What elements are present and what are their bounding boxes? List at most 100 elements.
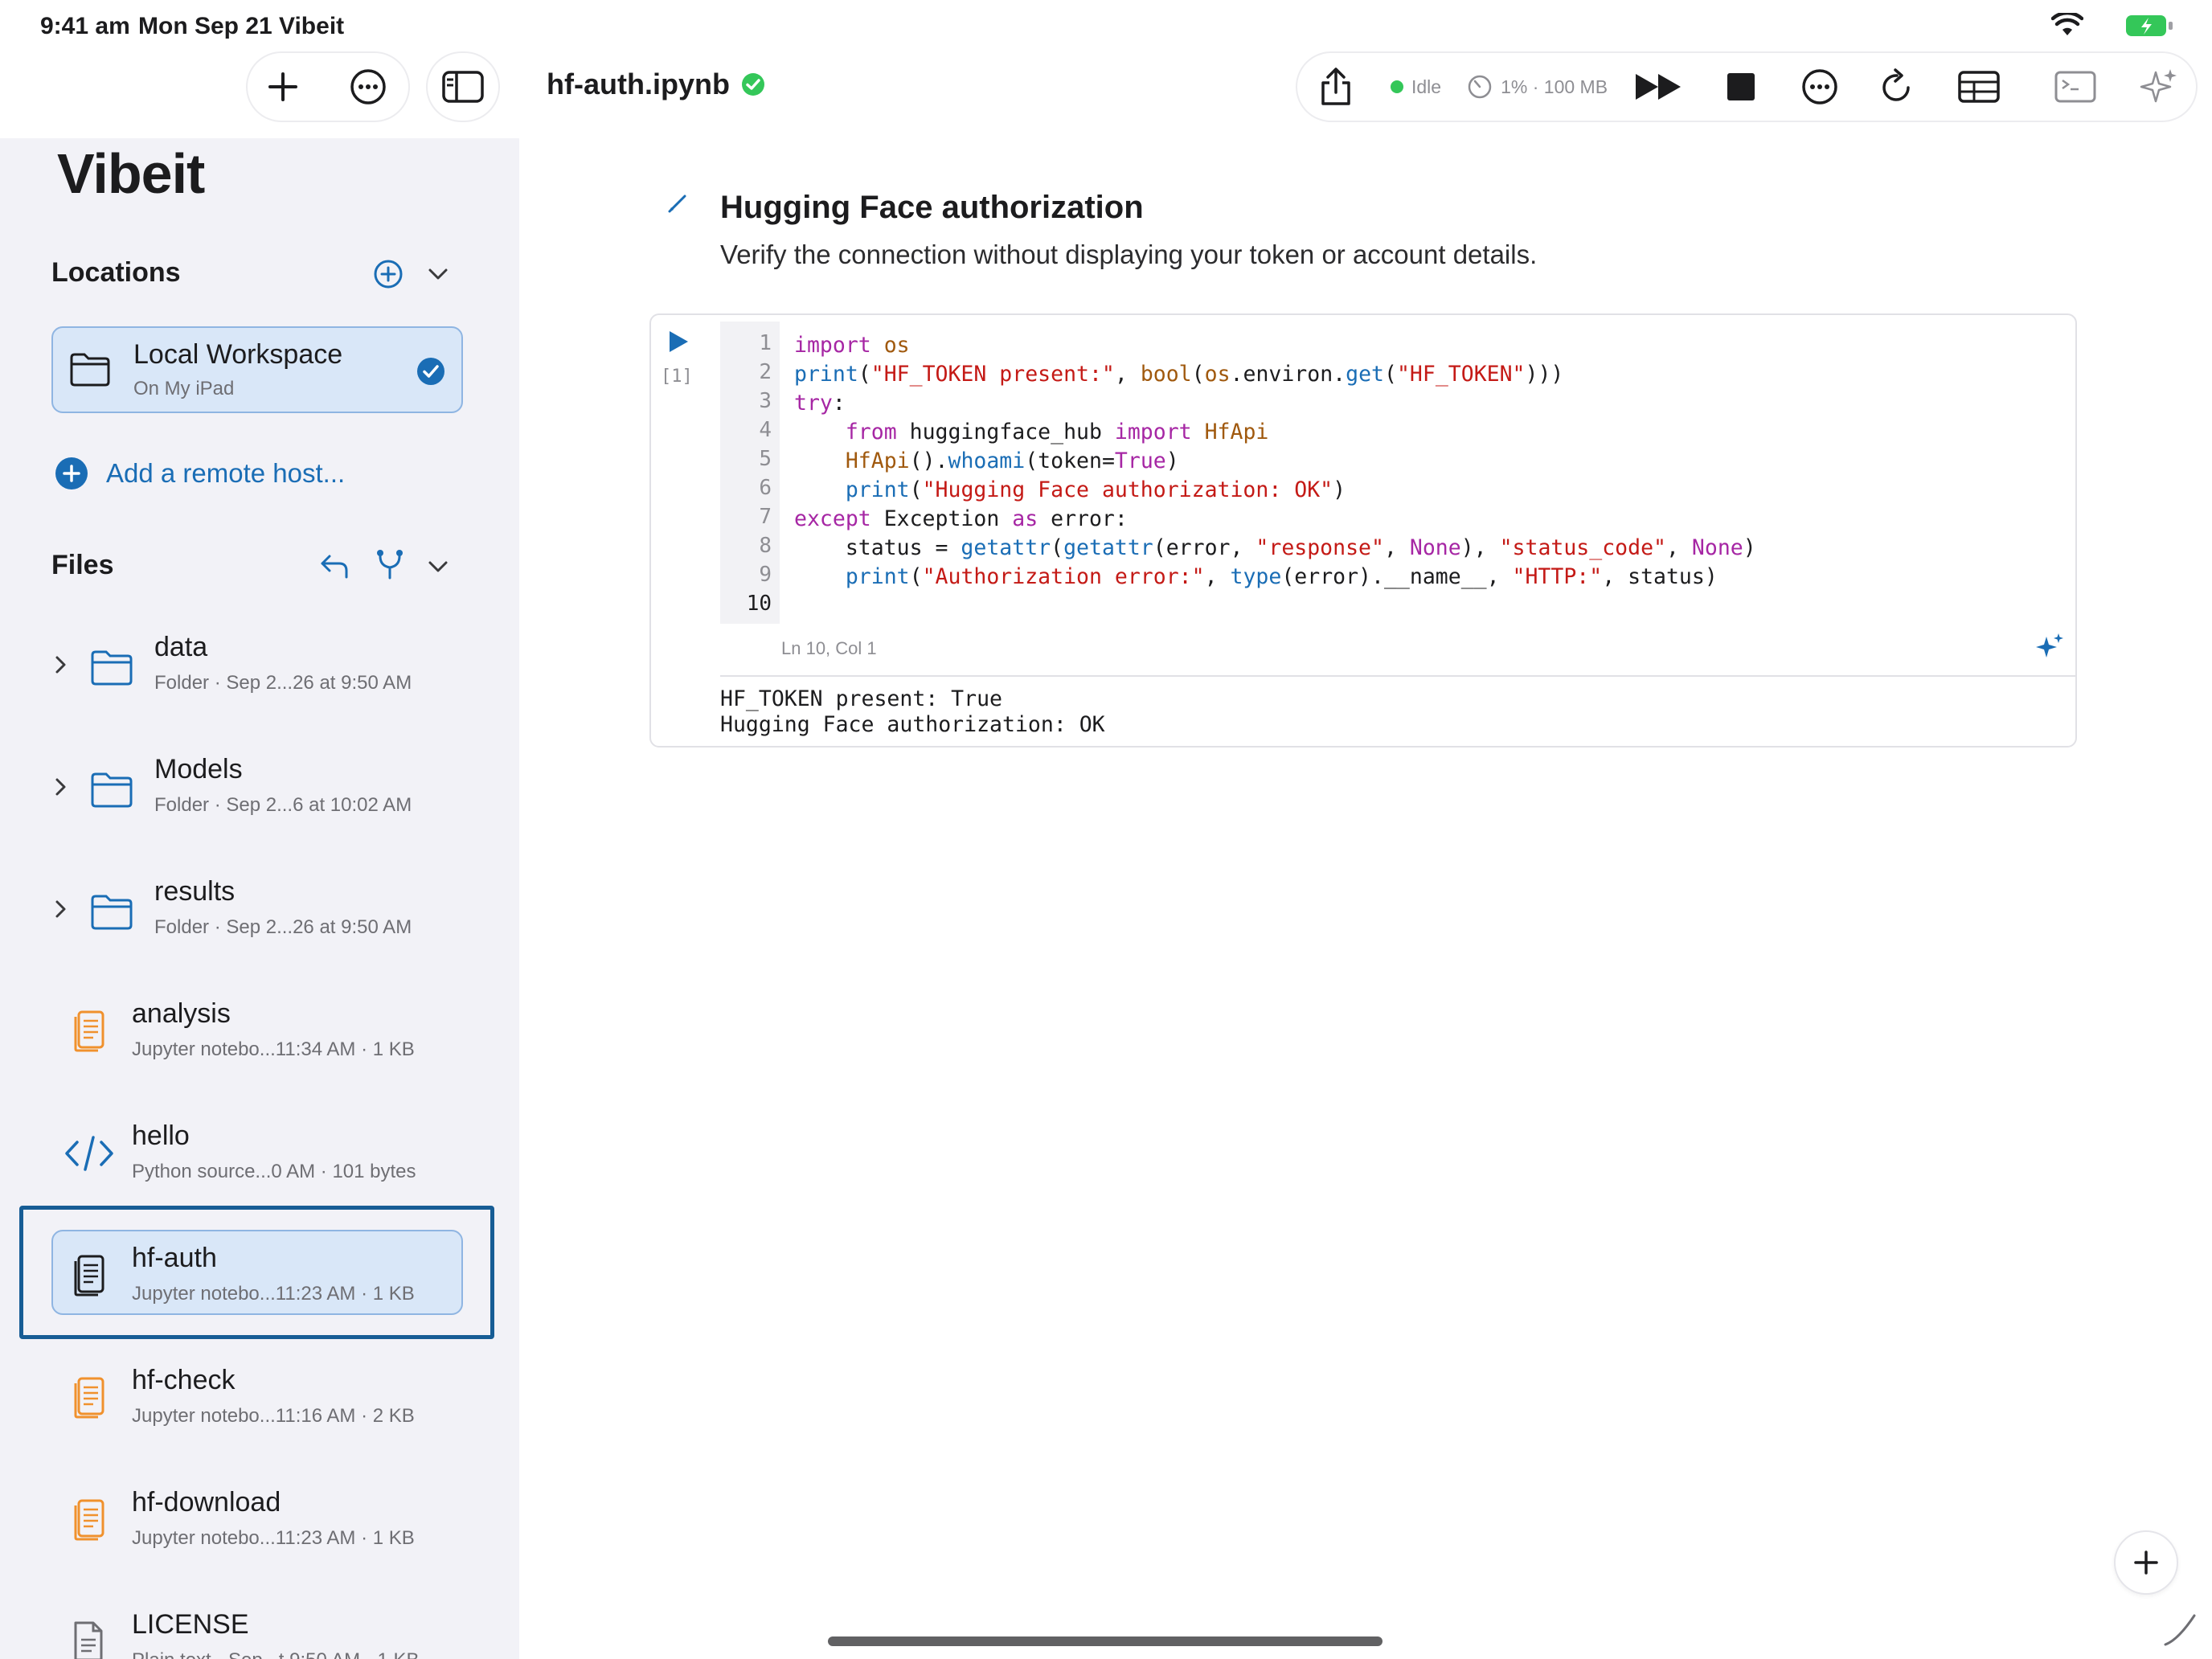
folder-icon: [91, 772, 133, 808]
git-branch-icon[interactable]: [375, 548, 405, 580]
stop-icon: [1727, 73, 1755, 100]
cell-more-button[interactable]: [1791, 58, 1849, 116]
sidebar-app-title: Vibeit: [57, 142, 205, 205]
share-icon: [1321, 68, 1350, 105]
file-name: results: [154, 876, 236, 907]
file-row-data[interactable]: data Folder · Sep 2...26 at 9:50 AM: [0, 622, 519, 727]
file-name: hf-download: [132, 1487, 281, 1518]
file-row-hf-auth[interactable]: hf-auth Jupyter notebo...11:23 AM · 1 KB: [0, 1233, 519, 1337]
terminal-button[interactable]: [2045, 58, 2106, 116]
file-name: Models: [154, 754, 243, 784]
file-name: hf-check: [132, 1365, 236, 1395]
file-row-analysis[interactable]: analysis Jupyter notebo...11:34 AM · 1 K…: [0, 989, 519, 1093]
markdown-cell-title[interactable]: Hugging Face authorization: [720, 190, 1144, 226]
more-button[interactable]: [342, 58, 394, 116]
line-number-gutter: 1 2 3 4 5 6 7 8 9 10: [720, 322, 780, 624]
wifi-icon: [2051, 13, 2083, 35]
ai-assistant-button[interactable]: [2130, 58, 2188, 116]
file-row-hf-download[interactable]: hf-download Jupyter notebo...11:23 AM · …: [0, 1477, 519, 1582]
file-row-results[interactable]: results Folder · Sep 2...26 at 9:50 AM: [0, 866, 519, 971]
chevron-right-icon[interactable]: [51, 653, 71, 677]
chevron-right-icon[interactable]: [51, 775, 71, 799]
variables-button[interactable]: [1948, 58, 2009, 116]
code-line-9: print("Authorization error:", type(error…: [845, 564, 1718, 589]
line-number: 5: [759, 447, 772, 471]
notebook-title[interactable]: hf-auth.ipynb: [547, 68, 765, 101]
new-button[interactable]: [257, 58, 309, 116]
file-meta: Jupyter notebo...11:34 AM · 1 KB: [132, 1038, 415, 1060]
file-row-models[interactable]: Models Folder · Sep 2...6 at 10:02 AM: [0, 744, 519, 849]
line-number-current: 10: [746, 592, 772, 616]
add-location-icon[interactable]: [373, 259, 403, 289]
plus-circle-icon: [55, 457, 88, 490]
sidebar-toggle-icon: [442, 71, 484, 103]
chevron-down-icon[interactable]: [426, 265, 450, 283]
gauge-icon: [1468, 75, 1492, 99]
line-number: 8: [759, 534, 772, 558]
file-meta: Plain text · Sep...t 9:50 AM · 1 KB: [132, 1649, 420, 1659]
file-meta: Python source...0 AM · 101 bytes: [132, 1161, 416, 1182]
add-cell-button[interactable]: [2114, 1530, 2178, 1595]
ellipsis-circle-icon: [350, 69, 386, 104]
home-indicator[interactable]: [828, 1636, 1382, 1646]
stop-button[interactable]: [1712, 58, 1770, 116]
pencil-scribble-icon: [2164, 1614, 2196, 1646]
code-editor[interactable]: import os print("HF_TOKEN present:", boo…: [794, 331, 1756, 592]
code-line-3: try:: [794, 391, 846, 416]
markdown-cell-subtitle[interactable]: Verify the connection without displaying…: [720, 240, 1537, 270]
cursor-position: Ln 10, Col 1: [781, 638, 877, 658]
code-line-4: from huggingface_hub import HfApi: [845, 420, 1269, 444]
line-number: 1: [759, 331, 772, 355]
line-number: 7: [759, 505, 772, 529]
run-cell-icon[interactable]: [667, 330, 690, 354]
file-row-license[interactable]: LICENSE Plain text · Sep...t 9:50 AM · 1…: [0, 1600, 519, 1659]
execution-count: [1]: [661, 367, 693, 387]
plus-icon: [268, 72, 297, 101]
kernel-idle-indicator: [1391, 80, 1403, 93]
line-number: 4: [759, 418, 772, 442]
back-arrow-icon[interactable]: [318, 551, 350, 580]
chevron-right-icon[interactable]: [51, 897, 71, 921]
output-line: HF_TOKEN present: True: [720, 686, 1002, 711]
code-line-5: HfApi().whoami(token=True): [845, 449, 1179, 473]
share-button[interactable]: [1307, 58, 1365, 116]
file-meta: Jupyter notebo...11:23 AM · 1 KB: [132, 1283, 415, 1305]
sparkles-icon[interactable]: [2034, 632, 2066, 664]
edit-markdown-icon[interactable]: [666, 191, 690, 215]
line-number: 2: [759, 360, 772, 384]
code-line-6: print("Hugging Face authorization: OK"): [845, 477, 1346, 502]
table-icon: [1958, 71, 2000, 103]
chevron-down-icon[interactable]: [426, 558, 450, 576]
file-meta: Folder · Sep 2...26 at 9:50 AM: [154, 916, 412, 938]
kernel-status[interactable]: Idle 1% · 100 MB: [1391, 74, 1608, 100]
add-remote-host-button[interactable]: Add a remote host...: [55, 457, 345, 490]
file-meta: Jupyter notebo...11:23 AM · 1 KB: [132, 1527, 415, 1549]
plus-icon: [2134, 1550, 2158, 1575]
code-line-7: except Exception as error:: [794, 506, 1128, 531]
line-number: 6: [759, 476, 772, 500]
checkmark-circle-icon: [417, 358, 444, 385]
terminal-icon: [2054, 71, 2096, 103]
battery-charging-icon: [2126, 15, 2173, 36]
file-row-hello[interactable]: hello Python source...0 AM · 101 bytes: [0, 1111, 519, 1215]
run-all-button[interactable]: [1628, 58, 1690, 116]
output-separator: [720, 675, 2077, 677]
location-local-workspace[interactable]: Local Workspace On My iPad: [51, 326, 463, 413]
file-row-hf-check[interactable]: hf-check Jupyter notebo...11:16 AM · 2 K…: [0, 1355, 519, 1460]
restart-icon: [1882, 68, 1910, 101]
resource-usage-label: 1% · 100 MB: [1501, 76, 1608, 97]
file-name: hf-auth: [132, 1243, 217, 1273]
cell-output: HF_TOKEN present: True Hugging Face autho…: [720, 686, 1105, 738]
status-date: Mon Sep 21: [138, 13, 272, 39]
restart-kernel-button[interactable]: [1868, 58, 1926, 116]
sidebar-toggle-button[interactable]: [434, 58, 492, 116]
file-meta: Folder · Sep 2...26 at 9:50 AM: [154, 672, 412, 694]
code-line-2: print("HF_TOKEN present:", bool(os.envir…: [794, 362, 1564, 387]
saved-checkmark-icon: [741, 73, 764, 96]
files-header: Files: [51, 550, 114, 580]
output-line: Hugging Face authorization: OK: [720, 712, 1105, 737]
code-line-8: status = getattr(getattr(error, "respons…: [794, 535, 1756, 560]
status-bar: 9:41 am Mon Sep 21 Vibeit: [0, 0, 2212, 50]
code-icon: [65, 1136, 113, 1171]
sidebar: Vibeit Locations Local Workspace On My i…: [0, 138, 519, 1659]
